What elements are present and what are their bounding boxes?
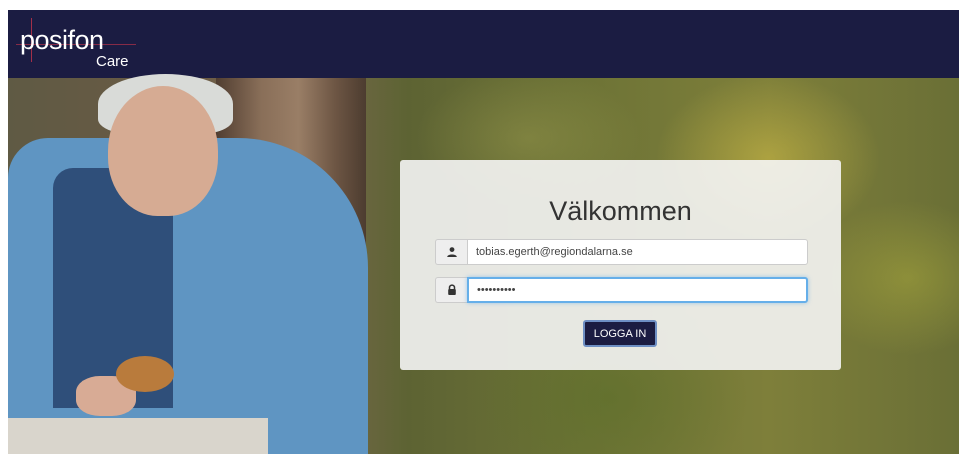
login-button[interactable]: LOGGA IN xyxy=(583,320,657,347)
logo-subtitle: Care xyxy=(96,53,129,70)
username-group: tobias.egerth@regiondalarna.se xyxy=(435,239,808,265)
person-face xyxy=(108,86,218,216)
posifon-logo: posifon Care xyxy=(16,18,136,70)
logo-text: posifon xyxy=(20,25,104,55)
person-lap xyxy=(8,418,268,454)
cinnamon-bun xyxy=(116,356,174,392)
password-group: •••••••••• xyxy=(435,277,808,303)
header-bar: posifon Care xyxy=(8,10,959,78)
app-frame: posifon Care Välkommen tobias.egerth@reg… xyxy=(8,10,959,454)
login-panel: Välkommen tobias.egerth@regiondalarna.se… xyxy=(400,160,841,370)
lock-icon xyxy=(435,277,467,303)
username-input[interactable]: tobias.egerth@regiondalarna.se xyxy=(467,239,808,265)
welcome-title: Välkommen xyxy=(549,196,692,226)
user-icon xyxy=(435,239,467,265)
password-input[interactable]: •••••••••• xyxy=(467,277,808,303)
